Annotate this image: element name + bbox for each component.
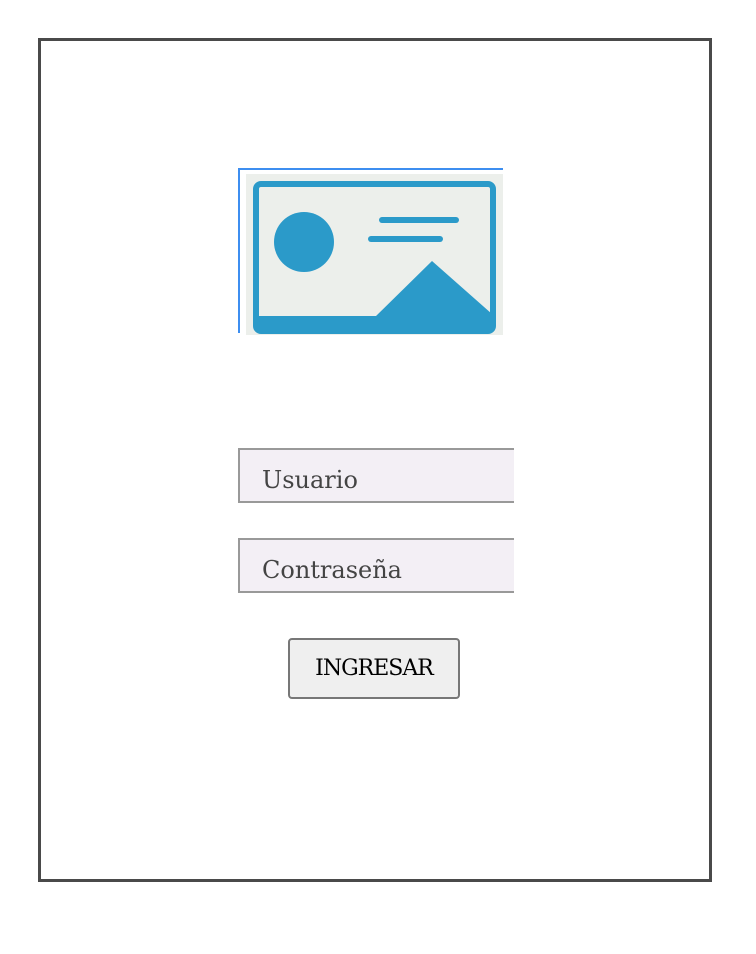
password-input[interactable] <box>240 540 514 591</box>
username-input[interactable] <box>240 450 514 501</box>
login-button[interactable]: INGRESAR <box>288 638 460 699</box>
username-field[interactable]: Usuario <box>238 448 514 503</box>
password-field[interactable]: Contraseña <box>238 538 514 593</box>
logo-image <box>238 168 503 335</box>
image-placeholder-icon <box>246 174 503 335</box>
